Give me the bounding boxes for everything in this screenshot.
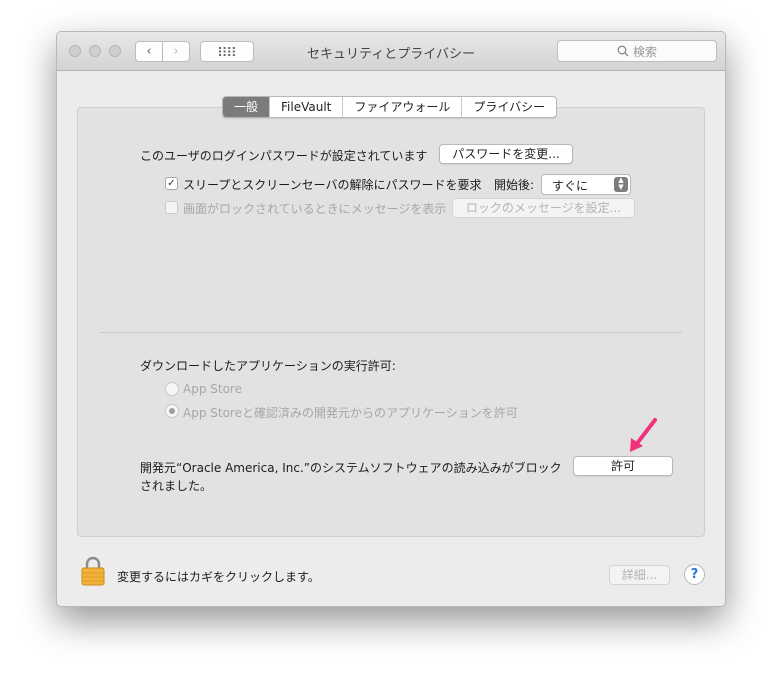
help-button[interactable]: ? bbox=[684, 564, 705, 585]
zoom-button[interactable] bbox=[109, 45, 121, 57]
updown-arrows-icon: ▲ ▼ bbox=[614, 177, 628, 192]
radio-app-store[interactable] bbox=[165, 382, 179, 396]
change-password-button[interactable]: パスワードを変更... bbox=[439, 144, 573, 164]
window-title: セキュリティとプライバシー bbox=[307, 47, 475, 62]
show-all-button[interactable] bbox=[200, 41, 254, 62]
section-divider bbox=[100, 332, 682, 333]
minimize-button[interactable] bbox=[89, 45, 101, 57]
chevron-left-icon: ‹ bbox=[146, 44, 152, 59]
grid-icon bbox=[219, 47, 235, 56]
lock-message-label: 画面がロックされているときにメッセージを表示 bbox=[183, 202, 447, 216]
tab-bar: 一般 FileVault ファイアウォール プライバシー bbox=[222, 96, 558, 118]
radio-app-store-and-identified-label: App Storeと確認済みの開発元からのアプリケーションを許可 bbox=[183, 406, 518, 420]
blocked-message-line1: 開発元“Oracle America, Inc.”のシステムソフトウェアの読み込… bbox=[140, 461, 562, 475]
set-lock-message-button[interactable]: ロックのメッセージを設定... bbox=[452, 198, 635, 218]
require-password-checkbox[interactable]: ✓ bbox=[165, 177, 178, 190]
require-password-label: スリープとスクリーンセーバの解除にパスワードを要求 bbox=[183, 178, 482, 192]
radio-app-store-label: App Store bbox=[183, 382, 242, 396]
preferences-window: ‹ › セキュリティとプライバシー 検索 一般 FileVault ファイアウォ… bbox=[56, 31, 726, 607]
tab-firewall[interactable]: ファイアウォール bbox=[342, 97, 461, 117]
start-after-label: 開始後: bbox=[494, 178, 535, 192]
close-button[interactable] bbox=[69, 45, 81, 57]
chevron-right-icon: › bbox=[173, 44, 179, 59]
blocked-message-line2: されました。 bbox=[140, 479, 213, 493]
advanced-button[interactable]: 詳細... bbox=[609, 565, 670, 585]
search-placeholder: 検索 bbox=[632, 44, 657, 59]
start-after-select[interactable]: すぐに ▲ ▼ bbox=[541, 174, 631, 195]
lock-message-checkbox[interactable] bbox=[165, 201, 178, 214]
search-field[interactable]: 検索 bbox=[557, 40, 717, 62]
allow-button[interactable]: 許可 bbox=[573, 456, 673, 476]
downloads-heading: ダウンロードしたアプリケーションの実行許可: bbox=[140, 359, 396, 373]
forward-button[interactable]: › bbox=[162, 41, 190, 62]
start-after-value: すぐに bbox=[552, 179, 589, 193]
title-bar: ‹ › セキュリティとプライバシー 検索 bbox=[57, 32, 725, 71]
lock-instruction-label: 変更するにはカギをクリックします。 bbox=[117, 570, 320, 584]
login-password-label: このユーザのログインパスワードが設定されています bbox=[140, 149, 428, 163]
back-button[interactable]: ‹ bbox=[135, 41, 163, 62]
checkmark-icon: ✓ bbox=[167, 178, 176, 189]
tab-filevault[interactable]: FileVault bbox=[269, 97, 342, 117]
lock-icon[interactable] bbox=[81, 556, 105, 586]
search-icon bbox=[617, 45, 629, 57]
radio-app-store-and-identified[interactable] bbox=[165, 404, 179, 418]
annotation-arrow-icon bbox=[630, 418, 657, 452]
tab-general[interactable]: 一般 bbox=[223, 97, 270, 117]
tab-privacy[interactable]: プライバシー bbox=[461, 97, 556, 117]
